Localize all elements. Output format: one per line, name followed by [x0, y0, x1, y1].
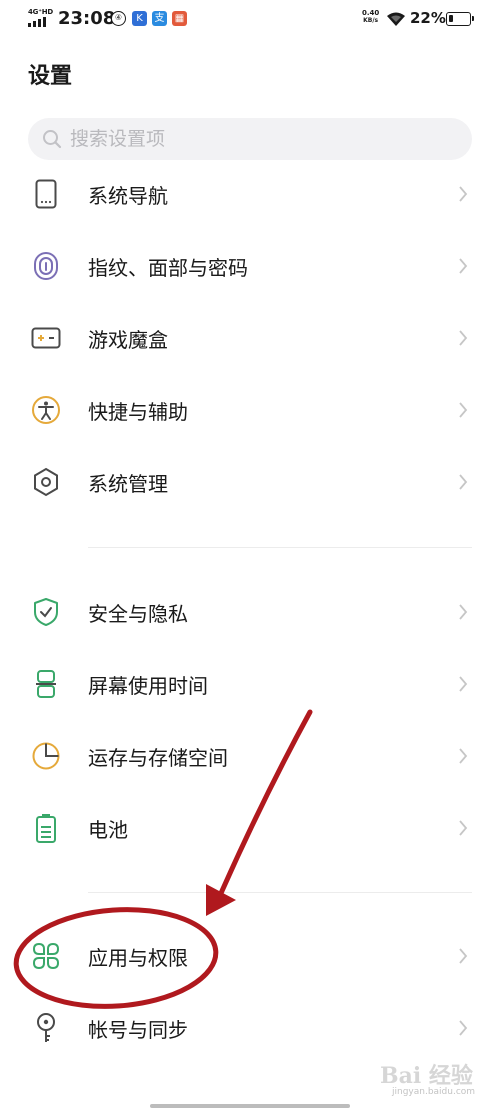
settings-item-label: 运存与存储空间	[88, 745, 228, 770]
chevron-right-icon	[459, 604, 468, 620]
search-input[interactable]	[70, 128, 430, 150]
chevron-right-icon	[459, 1020, 468, 1036]
chevron-right-icon	[459, 820, 468, 836]
settings-item-apps-permissions[interactable]: 应用与权限	[0, 920, 500, 992]
apps-grid-icon	[32, 942, 60, 970]
phone-navigation-icon	[35, 179, 57, 209]
battery-status-icon	[446, 12, 474, 26]
settings-item-security-privacy[interactable]: 安全与隐私	[0, 576, 500, 648]
shield-check-icon	[34, 598, 58, 626]
section-divider	[88, 892, 472, 893]
chevron-right-icon	[459, 948, 468, 964]
accessibility-icon	[32, 396, 60, 424]
search-bar[interactable]	[28, 118, 472, 160]
clock: 23:08	[58, 8, 116, 29]
battery-fill	[449, 15, 453, 22]
storage-pie-icon	[32, 742, 60, 770]
notification-app-icon-3: 支	[152, 11, 167, 26]
system-hexagon-icon	[34, 467, 58, 497]
settings-item-label: 应用与权限	[88, 945, 188, 970]
network-speed: 0.40 KB/s	[362, 9, 380, 24]
chevron-right-icon	[459, 330, 468, 346]
signal-strength-icon	[28, 17, 46, 27]
notification-app-icon-1: ④	[111, 11, 126, 26]
status-bar: 4G⁺HD 23:08 ④ K 支 ▦ 0.40 KB/s 22%	[0, 0, 500, 40]
battery-icon	[36, 814, 56, 843]
settings-item-system-navigation[interactable]: 系统导航	[0, 158, 500, 230]
settings-item-label: 帐号与同步	[88, 1017, 188, 1042]
watermark: Bai 经验	[380, 1063, 473, 1089]
settings-item-game-box[interactable]: 游戏魔盒	[0, 302, 500, 374]
settings-item-screen-time[interactable]: 屏幕使用时间	[0, 648, 500, 720]
chevron-right-icon	[459, 676, 468, 692]
settings-item-fingerprint[interactable]: 指纹、面部与密码	[0, 230, 500, 302]
settings-item-label: 系统管理	[88, 471, 168, 496]
page-title: 设置	[28, 64, 73, 89]
chevron-right-icon	[459, 186, 468, 202]
battery-percentage: 22%	[410, 9, 446, 27]
settings-item-label: 指纹、面部与密码	[88, 255, 248, 280]
settings-item-label: 快捷与辅助	[88, 399, 188, 424]
account-key-icon	[37, 1013, 55, 1042]
watermark-url: jingyan.baidu.com	[392, 1087, 476, 1097]
search-icon	[43, 130, 62, 149]
chevron-right-icon	[459, 474, 468, 490]
settings-item-storage[interactable]: 运存与存储空间	[0, 720, 500, 792]
home-indicator[interactable]	[150, 1104, 350, 1108]
network-type: 4G⁺HD	[28, 8, 53, 16]
notification-app-icon-2: K	[132, 11, 147, 26]
section-divider	[88, 547, 472, 548]
hourglass-icon	[36, 670, 56, 698]
settings-item-battery[interactable]: 电池	[0, 792, 500, 864]
settings-item-label: 电池	[88, 817, 128, 842]
settings-item-label: 游戏魔盒	[88, 327, 168, 352]
wifi-icon	[387, 12, 405, 26]
settings-item-label: 屏幕使用时间	[88, 673, 208, 698]
settings-item-account-sync[interactable]: 帐号与同步	[0, 992, 500, 1064]
settings-item-accessibility[interactable]: 快捷与辅助	[0, 374, 500, 446]
chevron-right-icon	[459, 402, 468, 418]
fingerprint-icon	[34, 252, 58, 280]
settings-item-label: 系统导航	[88, 183, 168, 208]
notification-app-icon-4: ▦	[172, 11, 187, 26]
settings-item-label: 安全与隐私	[88, 601, 188, 626]
settings-item-system-management[interactable]: 系统管理	[0, 446, 500, 518]
game-box-icon	[31, 327, 61, 349]
chevron-right-icon	[459, 258, 468, 274]
chevron-right-icon	[459, 748, 468, 764]
